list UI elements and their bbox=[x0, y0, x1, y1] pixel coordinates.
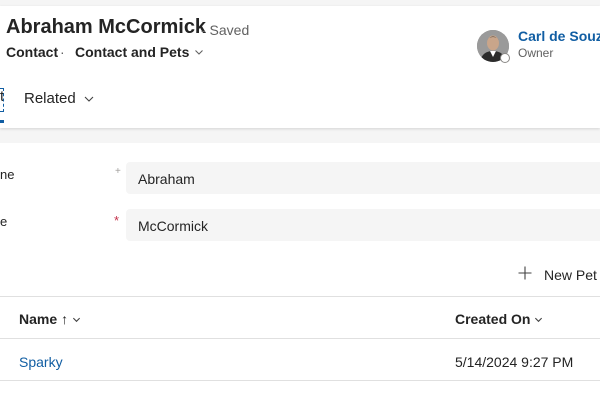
new-pet-label: New Pet bbox=[544, 266, 597, 283]
last-name-input[interactable]: McCormick bbox=[126, 209, 600, 241]
chevron-down-icon bbox=[83, 93, 95, 105]
chevron-down-icon bbox=[194, 47, 204, 57]
form-selector[interactable]: Contact and Pets bbox=[75, 44, 204, 60]
chevron-down-icon bbox=[72, 315, 81, 324]
owner-role-label: Owner bbox=[518, 46, 554, 60]
first-name-label: ne bbox=[0, 167, 15, 182]
tab-related-label: Related bbox=[24, 90, 76, 107]
first-name-input[interactable]: Abraham bbox=[126, 162, 600, 194]
column-name-label: Name bbox=[19, 311, 58, 327]
separator-dot: · bbox=[60, 44, 65, 60]
grid-header-divider bbox=[0, 338, 600, 339]
form-name: Contact and Pets bbox=[75, 44, 190, 60]
owner-name-link[interactable]: Carl de Souza bbox=[518, 28, 600, 44]
column-created-on-label: Created On bbox=[455, 311, 531, 327]
last-name-label: e bbox=[0, 214, 8, 229]
add-icon bbox=[518, 266, 532, 283]
new-pet-button[interactable]: New Pet bbox=[518, 266, 597, 283]
recommended-marker: + bbox=[115, 166, 121, 177]
save-status: - Saved bbox=[201, 22, 250, 38]
tab-focus-outline bbox=[0, 88, 4, 112]
column-header-name[interactable]: Name ↑ bbox=[19, 311, 81, 327]
entity-name: Contact bbox=[6, 44, 59, 60]
grid-top-divider bbox=[0, 296, 600, 297]
created-on-cell: 5/14/2024 9:27 PM bbox=[455, 354, 574, 370]
record-title: Abraham McCormick bbox=[6, 16, 207, 38]
chevron-down-icon bbox=[534, 315, 543, 324]
grid-row-divider bbox=[0, 380, 600, 381]
tab-active-indicator bbox=[0, 120, 4, 123]
tab-related[interactable]: Related bbox=[24, 90, 95, 107]
column-header-created-on[interactable]: Created On bbox=[455, 311, 543, 327]
presence-status-icon bbox=[500, 53, 510, 63]
pet-name-link[interactable]: Sparky bbox=[19, 354, 63, 370]
sort-ascending-icon: ↑ bbox=[61, 311, 69, 327]
required-marker: * bbox=[114, 213, 120, 228]
